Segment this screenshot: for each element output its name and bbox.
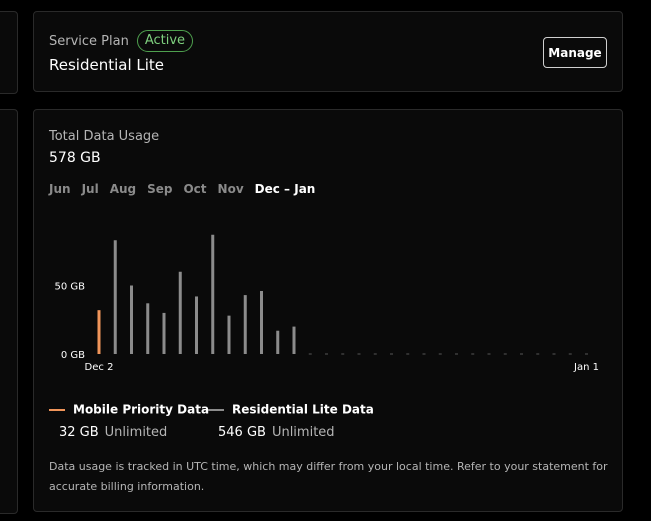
service-plan-label: Service Plan bbox=[49, 33, 129, 49]
legend-limit-mobile: Unlimited bbox=[104, 424, 168, 440]
legend-residential-lite: Residential Lite Data 546 GB Unlimited bbox=[208, 402, 374, 440]
legend-mobile-priority: Mobile Priority Data 32 GB Unlimited bbox=[49, 402, 209, 440]
service-plan-card: Service Plan Active Residential Lite Man… bbox=[33, 11, 623, 92]
left-card-edge-bottom bbox=[0, 109, 18, 514]
usage-title: Total Data Usage bbox=[49, 129, 160, 144]
y-tick-label-1: 50 GB bbox=[54, 282, 85, 293]
y-tick-label-0: 0 GB bbox=[61, 350, 85, 361]
tab-nov[interactable]: Nov bbox=[218, 182, 244, 196]
usage-chart: 0 GB 50 GB Dec 2 Jan 1 bbox=[54, 234, 599, 373]
usage-total: 578 GB bbox=[49, 150, 101, 166]
left-card-edge-top bbox=[0, 11, 18, 94]
legend-swatch-residential bbox=[208, 408, 224, 411]
legend-name-residential: Residential Lite Data bbox=[232, 402, 374, 417]
tab-oct[interactable]: Oct bbox=[183, 182, 206, 196]
legend-amount-mobile: 32 GB bbox=[59, 424, 99, 440]
data-usage-card: Total Data Usage 578 GB Jun Jul Aug Sep … bbox=[33, 109, 623, 512]
tab-aug[interactable]: Aug bbox=[110, 182, 136, 196]
legend-values-mobile: 32 GB Unlimited bbox=[59, 425, 209, 440]
legend-limit-residential: Unlimited bbox=[271, 424, 335, 440]
legend-values-residential: 546 GB Unlimited bbox=[218, 425, 374, 440]
legend-swatch-mobile bbox=[49, 408, 65, 411]
tab-jun[interactable]: Jun bbox=[49, 182, 71, 196]
status-badge: Active bbox=[136, 30, 194, 52]
plan-name: Residential Lite bbox=[49, 56, 165, 74]
month-tabs: Jun Jul Aug Sep Oct Nov Dec – Jan bbox=[49, 182, 326, 196]
x-tick-label-0: Dec 2 bbox=[85, 362, 114, 373]
legend-amount-residential: 546 GB bbox=[218, 424, 266, 440]
tab-sep[interactable]: Sep bbox=[147, 182, 172, 196]
manage-button[interactable]: Manage bbox=[543, 37, 607, 68]
tab-dec-jan[interactable]: Dec – Jan bbox=[255, 182, 316, 196]
service-plan-header: Service Plan Active bbox=[49, 30, 194, 52]
tab-jul[interactable]: Jul bbox=[82, 182, 99, 196]
x-tick-label-1: Jan 1 bbox=[573, 362, 599, 373]
usage-footnote: Data usage is tracked in UTC time, which… bbox=[49, 460, 608, 493]
legend-name-mobile: Mobile Priority Data bbox=[73, 402, 210, 417]
